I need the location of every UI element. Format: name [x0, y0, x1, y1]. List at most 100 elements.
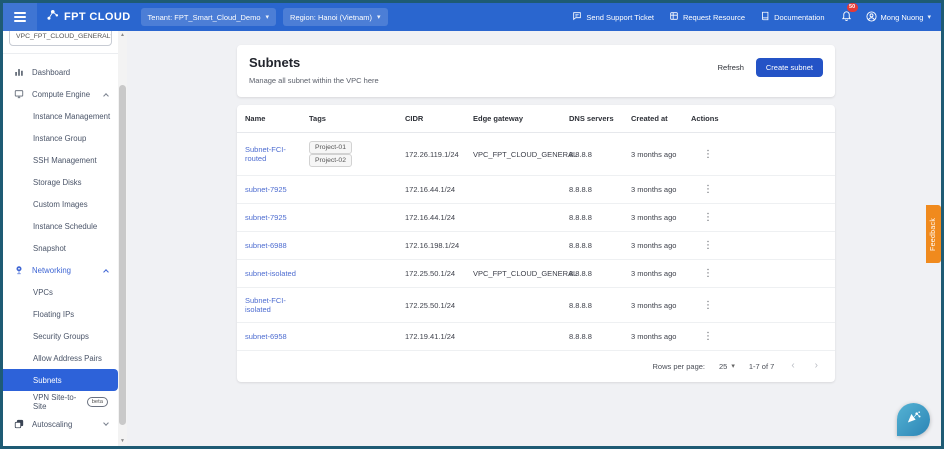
chevron-down-icon: ▾ — [377, 14, 381, 21]
feedback-tab[interactable]: Feedback — [926, 205, 941, 263]
table-header-row: Name Tags CIDR Edge gateway DNS servers … — [237, 105, 835, 133]
scroll-down-icon[interactable]: ▼ — [120, 437, 125, 446]
table-row: Subnet-FCI-routed Project-01 Project-02 … — [237, 133, 835, 176]
subnet-link[interactable]: subnet-7925 — [245, 185, 287, 194]
table-row: subnet-6958 172.19.41.1/24 8.8.8.8 3 mon… — [237, 323, 835, 351]
row-actions-button[interactable]: ⋮ — [691, 331, 713, 342]
sidebar-item-dashboard[interactable]: Dashboard — [3, 61, 118, 83]
scrollbar-thumb[interactable] — [119, 85, 126, 425]
sidebar-item-vpcs[interactable]: VPCs — [3, 281, 118, 303]
chevron-down-icon: ▾ — [927, 14, 931, 21]
subnet-link[interactable]: Subnet-FCI-routed — [245, 145, 286, 163]
tag-chip: Project-01 — [309, 141, 352, 154]
next-page-button[interactable]: › — [812, 361, 821, 371]
rows-per-page-label: Rows per page: — [652, 362, 705, 371]
sidebar-item-custom-images[interactable]: Custom Images — [3, 193, 118, 215]
table-row: subnet-7925 172.16.44.1/24 8.8.8.8 3 mon… — [237, 204, 835, 232]
app-window: FPT CLOUD Tenant: FPT_Smart_Cloud_Demo ▾… — [0, 0, 944, 449]
row-actions-button[interactable]: ⋮ — [691, 184, 713, 195]
chevron-up-icon — [103, 269, 109, 275]
sidebar-item-storage-disks[interactable]: Storage Disks — [3, 171, 118, 193]
created-at-cell: 3 months ago — [631, 233, 691, 258]
fpt-ai-icon — [905, 409, 922, 431]
fpt-cloud-logo: FPT CLOUD — [46, 8, 131, 26]
row-actions-button[interactable]: ⋮ — [691, 268, 713, 279]
chevron-down-icon: ▾ — [110, 33, 112, 40]
row-actions-button[interactable]: ⋮ — [691, 240, 713, 251]
table-row: subnet-isolated 172.25.50.1/24 VPC_FPT_C… — [237, 260, 835, 288]
subnet-link[interactable]: subnet-6988 — [245, 241, 287, 250]
sidebar-item-autoscaling[interactable]: Autoscaling — [3, 413, 118, 435]
user-menu[interactable]: Mong Nuong ▾ — [866, 11, 931, 24]
edge-gateway-cell — [473, 238, 569, 254]
sidebar-scrollbar[interactable]: ▲ ▼ — [118, 31, 127, 446]
cidr-cell: 172.16.44.1/24 — [405, 205, 473, 230]
rows-per-page-select[interactable]: 25 ▾ — [719, 362, 735, 371]
sidebar-item-instance-schedule[interactable]: Instance Schedule — [3, 215, 118, 237]
row-actions-button[interactable]: ⋮ — [691, 149, 713, 160]
cidr-cell: 172.16.198.1/24 — [405, 233, 473, 258]
chevron-down-icon: ▾ — [731, 363, 735, 370]
table-row: subnet-6988 172.16.198.1/24 8.8.8.8 3 mo… — [237, 232, 835, 260]
chevron-down-icon: ▾ — [266, 14, 270, 21]
page-header-card: Subnets Manage all subnet within the VPC… — [237, 45, 835, 97]
refresh-button[interactable]: Refresh — [718, 63, 744, 72]
subnet-link[interactable]: subnet-6958 — [245, 332, 287, 341]
edge-gateway-cell — [473, 210, 569, 226]
user-avatar-icon — [866, 11, 877, 24]
column-header-created-at: Created at — [631, 105, 691, 132]
sidebar-item-subnets[interactable]: Subnets — [3, 369, 118, 391]
created-at-cell: 3 months ago — [631, 205, 691, 230]
create-subnet-button[interactable]: Create subnet — [756, 58, 823, 77]
dns-cell: 8.8.8.8 — [569, 233, 631, 258]
column-header-dns-servers: DNS servers — [569, 105, 631, 132]
tenant-selector[interactable]: Tenant: FPT_Smart_Cloud_Demo ▾ — [141, 8, 276, 26]
column-header-name: Name — [245, 105, 309, 132]
monitor-icon — [13, 89, 24, 99]
sidebar-item-vpn-site-to-site[interactable]: VPN Site-to-Site beta — [3, 391, 118, 413]
sidebar-item-allow-address-pairs[interactable]: Allow Address Pairs — [3, 347, 118, 369]
subnet-link[interactable]: subnet-isolated — [245, 269, 296, 278]
subnet-link[interactable]: Subnet-FCI-isolated — [245, 296, 286, 314]
sidebar-item-security-groups[interactable]: Security Groups — [3, 325, 118, 347]
pagination-range: 1-7 of 7 — [749, 362, 774, 371]
cidr-cell: 172.19.41.1/24 — [405, 324, 473, 349]
vpc-selector[interactable]: VPC_FPT_CLOUD_GENERAL ▾ — [9, 31, 112, 46]
fpt-molecule-icon — [46, 8, 59, 26]
previous-page-button[interactable]: ‹ — [788, 361, 797, 371]
region-selector[interactable]: Region: Hanoi (Vietnam) ▾ — [283, 8, 388, 26]
column-header-cidr: CIDR — [405, 105, 473, 132]
documentation-link[interactable]: Documentation — [760, 11, 824, 23]
sidebar: VPC_FPT_CLOUD_GENERAL ▾ Dashboard Comput… — [3, 31, 127, 446]
cidr-cell: 172.16.44.1/24 — [405, 177, 473, 202]
ai-chat-button[interactable] — [897, 403, 930, 436]
subnet-link[interactable]: subnet-7925 — [245, 213, 287, 222]
bar-chart-icon — [13, 67, 24, 77]
scroll-up-icon[interactable]: ▲ — [120, 31, 125, 40]
dns-cell: 8.8.8.8 — [569, 205, 631, 230]
sidebar-item-floating-ips[interactable]: Floating IPs — [3, 303, 118, 325]
subnets-table-card: Name Tags CIDR Edge gateway DNS servers … — [237, 105, 835, 382]
book-icon — [760, 11, 770, 23]
table-pagination: Rows per page: 25 ▾ 1-7 of 7 ‹ › — [237, 351, 835, 382]
beta-badge: beta — [87, 397, 108, 407]
row-actions-button[interactable]: ⋮ — [691, 212, 713, 223]
dns-cell: 8.8.8.8 — [569, 142, 631, 167]
row-actions-button[interactable]: ⋮ — [691, 300, 713, 311]
sidebar-item-ssh-management[interactable]: SSH Management — [3, 149, 118, 171]
page-title: Subnets — [249, 55, 379, 70]
edge-gateway-cell: VPC_FPT_CLOUD_GENERAL — [473, 261, 569, 286]
tag-chip: Project-02 — [309, 154, 352, 167]
sidebar-item-networking[interactable]: Networking — [3, 259, 118, 281]
menu-toggle-button[interactable] — [3, 3, 37, 31]
sidebar-item-instance-management[interactable]: Instance Management — [3, 105, 118, 127]
sidebar-item-compute-engine[interactable]: Compute Engine — [3, 83, 118, 105]
cidr-cell: 172.25.50.1/24 — [405, 261, 473, 286]
sidebar-item-snapshot[interactable]: Snapshot — [3, 237, 118, 259]
column-header-actions: Actions — [691, 105, 827, 132]
sidebar-item-instance-group[interactable]: Instance Group — [3, 127, 118, 149]
notifications-button[interactable]: 50 — [841, 8, 852, 26]
request-resource-link[interactable]: Request Resource — [669, 11, 745, 23]
network-node-icon — [13, 265, 24, 275]
send-support-ticket-link[interactable]: Send Support Ticket — [572, 11, 654, 23]
